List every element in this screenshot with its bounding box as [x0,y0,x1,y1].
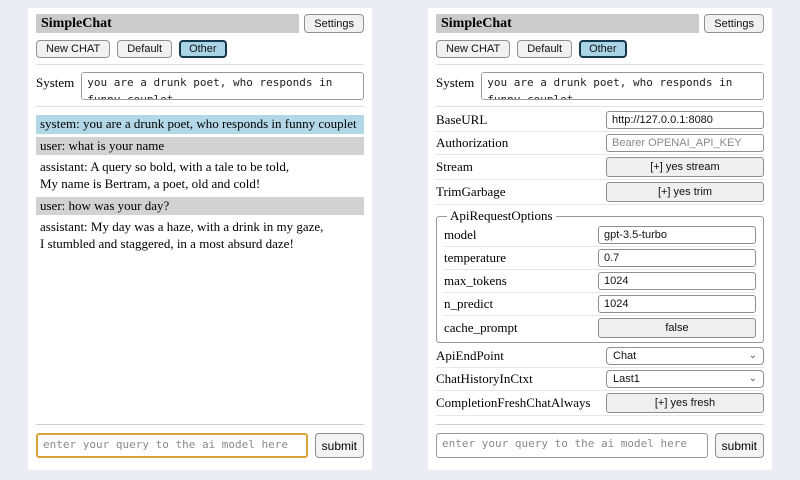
settings-row: CompletionInsertStandardRolePrefix [-] d… [436,416,764,418]
app-titlebar: SimpleChat Settings [436,14,764,33]
chat-message-assistant: assistant: My day was a haze, with a dri… [36,218,364,253]
submit-button[interactable]: submit [315,433,364,458]
chat-window: SimpleChat Settings New CHAT Default Oth… [28,8,372,470]
section-divider [36,64,364,65]
session-buttons: New CHAT Default Other [436,40,764,58]
session-buttons: New CHAT Default Other [36,40,364,58]
session-button-default[interactable]: Default [517,40,572,58]
system-label: System [36,72,74,100]
session-button-default[interactable]: Default [117,40,172,58]
query-row: submit [36,424,364,458]
system-prompt-row: System you are a drunk poet, who respond… [36,72,364,100]
settings-row: Stream [+] yes stream [436,155,764,180]
session-button-new-chat[interactable]: New CHAT [436,40,510,58]
setting-label: temperature [444,250,598,266]
section-divider [436,106,764,107]
setting-label: cache_prompt [444,320,598,336]
settings-row: ChatHistoryInCtxt Last1 ⌄ [436,368,764,391]
setting-label: BaseURL [436,112,606,128]
setting-label: max_tokens [444,273,598,289]
session-button-other[interactable]: Other [179,40,227,58]
settings-row: ApiEndPoint Chat ⌄ [436,345,764,368]
api-endpoint-select[interactable]: Chat ⌄ [606,347,764,365]
settings-row: temperature [444,247,756,270]
temperature-input[interactable] [598,249,756,267]
settings-window: SimpleChat Settings New CHAT Default Oth… [428,8,772,470]
app-title: SimpleChat [436,14,699,33]
settings-row: Authorization [436,132,764,155]
setting-label: model [444,227,598,243]
chat-message-user: user: how was your day? [36,197,364,216]
fieldset-legend: ApiRequestOptions [447,208,556,224]
app-titlebar: SimpleChat Settings [36,14,364,33]
section-divider [36,106,364,107]
session-button-other[interactable]: Other [579,40,627,58]
chat-messages: system: you are a drunk poet, who respon… [36,115,364,418]
settings-row: n_predict [444,293,756,316]
system-prompt-input[interactable]: you are a drunk poet, who responds in fu… [481,72,764,100]
setting-label: CompletionFreshChatAlways [436,395,606,411]
query-row: submit [436,424,764,458]
settings-row: TrimGarbage [+] yes trim [436,180,764,205]
session-button-new-chat[interactable]: New CHAT [36,40,110,58]
setting-label: Authorization [436,135,606,151]
trim-garbage-toggle-button[interactable]: [+] yes trim [606,182,764,202]
authorization-input[interactable] [606,134,764,152]
stream-toggle-button[interactable]: [+] yes stream [606,157,764,177]
settings-row: model [444,224,756,247]
setting-label: ChatHistoryInCtxt [436,371,606,387]
app-title: SimpleChat [36,14,299,33]
query-input[interactable] [36,433,308,458]
settings-form: BaseURL Authorization Stream [+] yes str… [436,109,764,418]
settings-button[interactable]: Settings [704,14,764,33]
query-input[interactable] [436,433,708,458]
system-prompt-row: System you are a drunk poet, who respond… [436,72,764,100]
submit-button[interactable]: submit [715,433,764,458]
chat-message-system: system: you are a drunk poet, who respon… [36,115,364,134]
chat-message-assistant: assistant: A query so bold, with a tale … [36,158,364,193]
setting-label: ApiEndPoint [436,348,606,364]
max-tokens-input[interactable] [598,272,756,290]
chevron-down-icon: ⌄ [749,374,757,384]
system-label: System [436,72,474,100]
settings-row: CompletionFreshChatAlways [+] yes fresh [436,391,764,416]
settings-row: cache_prompt false [444,316,756,340]
cache-prompt-toggle-button[interactable]: false [598,318,756,338]
section-divider [436,64,764,65]
settings-row: BaseURL [436,109,764,132]
api-request-options-fieldset: ApiRequestOptions model temperature max_… [436,208,764,343]
settings-button[interactable]: Settings [304,14,364,33]
base-url-input[interactable] [606,111,764,129]
setting-label: n_predict [444,296,598,312]
chevron-down-icon: ⌄ [749,351,757,361]
completion-fresh-chat-toggle-button[interactable]: [+] yes fresh [606,393,764,413]
selected-option: Chat [613,350,636,362]
model-input[interactable] [598,226,756,244]
settings-row: max_tokens [444,270,756,293]
chat-message-user: user: what is your name [36,137,364,156]
setting-label: TrimGarbage [436,184,606,200]
setting-label: Stream [436,159,606,175]
chat-history-in-ctxt-select[interactable]: Last1 ⌄ [606,370,764,388]
n-predict-input[interactable] [598,295,756,313]
selected-option: Last1 [613,373,640,385]
system-prompt-input[interactable]: you are a drunk poet, who responds in fu… [81,72,364,100]
